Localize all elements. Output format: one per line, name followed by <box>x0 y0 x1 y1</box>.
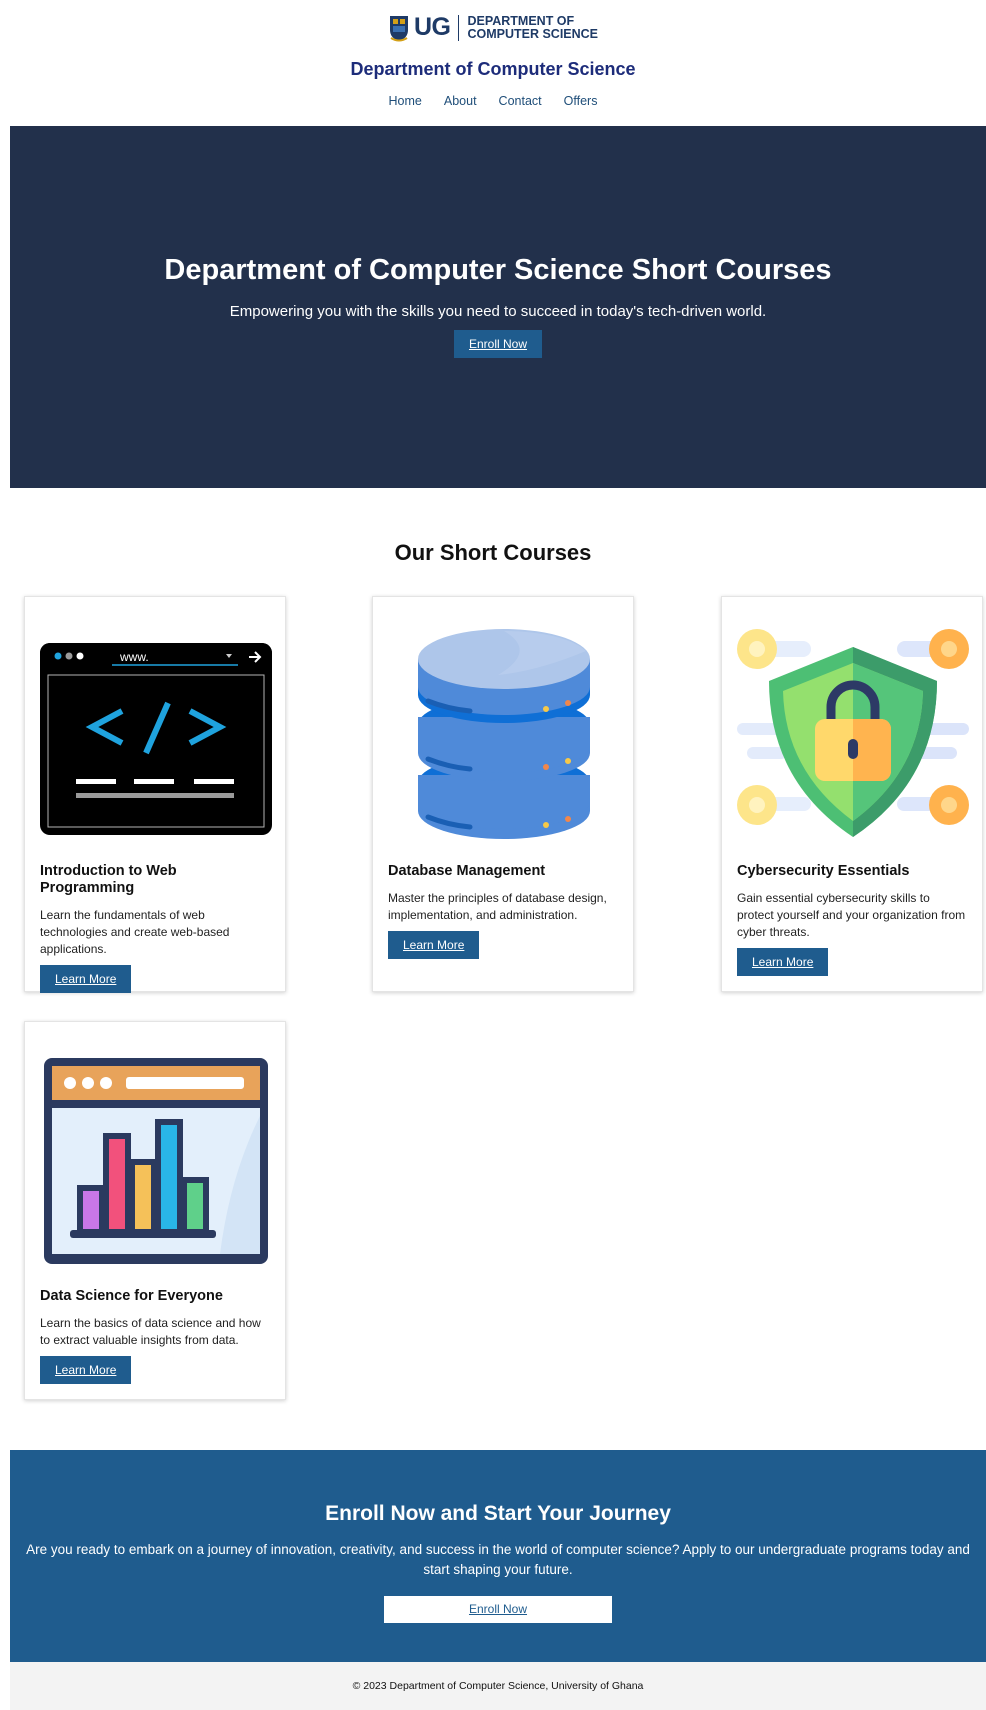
enroll-section: Enroll Now and Start Your Journey Are yo… <box>10 1450 986 1662</box>
nav-home[interactable]: Home <box>378 94 433 108</box>
hero-title: Department of Computer Science Short Cou… <box>164 254 832 286</box>
footer-copyright: © 2023 Department of Computer Science, U… <box>352 1680 644 1692</box>
learn-more-button[interactable]: Learn More <box>40 1356 132 1384</box>
learn-more-button[interactable]: Learn More <box>40 965 132 993</box>
learn-more-button[interactable]: Learn More <box>737 948 829 976</box>
nav-about[interactable]: About <box>433 94 488 108</box>
database-icon <box>388 611 620 843</box>
course-card-database: Database Management Master the principle… <box>372 596 634 992</box>
page: UG DEPARTMENT OF COMPUTER SCIENCE Depart… <box>0 0 986 1710</box>
logo-dept-line1: DEPARTMENT OF <box>467 13 575 28</box>
course-desc: Learn the fundamentals of web technologi… <box>40 908 230 956</box>
course-card-web-programming: www. Introduction to Web Programming Lea… <box>24 596 286 993</box>
courses-title: Our Short Courses <box>394 540 592 565</box>
course-title: Data Science for Everyone <box>40 1288 223 1304</box>
hero-banner: Department of Computer Science Short Cou… <box>10 126 986 488</box>
logo-ug-text: UG <box>413 13 451 41</box>
main-nav: Home About Contact Offers <box>0 94 986 108</box>
enroll-text: Are you ready to embark on a journey of … <box>26 1542 970 1577</box>
data-chart-icon <box>40 1036 272 1268</box>
logo[interactable]: UG DEPARTMENT OF COMPUTER SCIENCE <box>0 0 986 44</box>
nav-contact[interactable]: Contact <box>488 94 553 108</box>
course-desc: Learn the basics of data science and how… <box>40 1316 261 1347</box>
course-card-cybersecurity: Cybersecurity Essentials Gain essential … <box>721 596 983 992</box>
site-title: Department of Computer Science <box>350 59 636 79</box>
site-footer: © 2023 Department of Computer Science, U… <box>10 1662 986 1710</box>
hero-enroll-button[interactable]: Enroll Now <box>453 330 543 358</box>
web-programming-icon: www. <box>40 611 272 843</box>
url-text: www. <box>119 650 149 664</box>
enroll-button[interactable]: Enroll Now <box>384 1596 612 1623</box>
enroll-title: Enroll Now and Start Your Journey <box>325 1502 671 1525</box>
logo-dept-line2: COMPUTER SCIENCE <box>467 26 599 41</box>
logo-divider <box>458 14 460 41</box>
learn-more-button[interactable]: Learn More <box>388 931 480 959</box>
site-header: UG DEPARTMENT OF COMPUTER SCIENCE Depart… <box>0 0 986 126</box>
course-title: Cybersecurity Essentials <box>737 863 910 879</box>
logo-dept-text: DEPARTMENT OF COMPUTER SCIENCE <box>467 13 599 41</box>
nav-offers[interactable]: Offers <box>553 94 609 108</box>
course-card-data-science: Data Science for Everyone Learn the basi… <box>24 1021 286 1400</box>
course-title: Database Management <box>388 863 546 879</box>
course-desc: Master the principles of database design… <box>388 891 607 922</box>
security-shield-icon <box>737 611 969 843</box>
hero-subtitle: Empowering you with the skills you need … <box>229 303 767 320</box>
course-title: Introduction to Web Programming <box>40 863 177 896</box>
crest-icon <box>389 15 408 41</box>
course-desc: Gain essential cybersecurity skills to p… <box>737 891 966 939</box>
